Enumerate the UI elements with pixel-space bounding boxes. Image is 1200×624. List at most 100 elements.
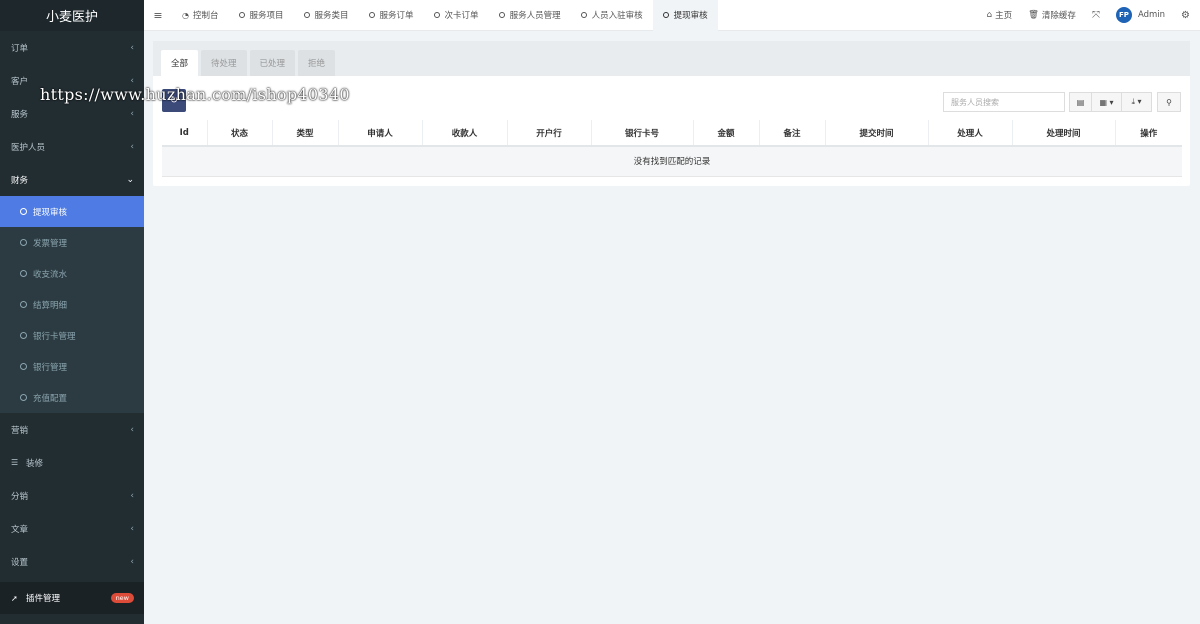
sidebar-item-plugins[interactable]: ➚ 插件管理 new	[0, 582, 144, 614]
column-header[interactable]: 收款人	[422, 120, 508, 147]
sidebar-subitem-settlement[interactable]: 结算明细	[0, 289, 144, 320]
fullscreen-button[interactable]: ⤧	[1084, 10, 1108, 21]
columns-button[interactable]: ▦ ▾	[1091, 92, 1122, 112]
circle-icon	[303, 12, 310, 18]
sidebar-subitem-bank-cards[interactable]: 银行卡管理	[0, 320, 144, 351]
tab-label: 服务人员管理	[509, 11, 561, 21]
sidebar-subitem-recharge-config[interactable]: 充值配置	[0, 382, 144, 413]
sidebar-subitem-banks[interactable]: 银行管理	[0, 351, 144, 382]
chevron-left-icon: ‹	[130, 75, 134, 86]
sidebar-subitem-withdraw-review[interactable]: 提现审核	[0, 196, 144, 227]
user-name: Admin	[1137, 10, 1166, 20]
export-button[interactable]: ⤓ ▾	[1121, 92, 1152, 112]
clear-cache-label: 清除缓存	[1041, 11, 1076, 21]
tab-staff-management[interactable]: 服务人员管理	[489, 0, 571, 31]
tab-label: 提现审核	[673, 11, 708, 21]
table-header-row: Id 状态 类型 申请人 收款人 开户行 银行卡号 金额 备注 提交时间 处理人…	[162, 120, 1182, 147]
menu-toggle-icon[interactable]: ≡	[144, 9, 172, 22]
search-input[interactable]: 服务人员搜索	[943, 92, 1065, 112]
brand-logo[interactable]: 小麦医护	[0, 0, 144, 31]
sidebar-item-marketing[interactable]: 营销 ‹	[0, 413, 144, 446]
sidebar-subitem-cashflow[interactable]: 收支流水	[0, 258, 144, 289]
sidebar-subitem-label: 银行卡管理	[33, 331, 76, 342]
user-menu[interactable]: FP Admin	[1108, 7, 1173, 23]
sidebar-subitem-label: 收支流水	[33, 269, 68, 280]
tab-pending[interactable]: 待处理	[201, 50, 247, 76]
watermark-text: https://www.huzhan.com/ishop40340	[40, 85, 350, 104]
withdraw-table: Id 状态 类型 申请人 收款人 开户行 银行卡号 金额 备注 提交时间 处理人…	[162, 120, 1182, 177]
column-header[interactable]: 操作	[1115, 120, 1182, 147]
chevron-left-icon: ‹	[130, 523, 134, 534]
topbar: ≡ ◔ 控制台 服务项目 服务类目 服务订单 次卡订单 服务人员管理 人员入驻审…	[144, 0, 1200, 31]
new-badge: new	[110, 593, 134, 603]
tab-staff-onboarding-review[interactable]: 人员入驻审核	[571, 0, 653, 31]
chevron-left-icon: ‹	[130, 490, 134, 501]
sidebar-item-label: 设置	[11, 557, 29, 568]
table-row: 没有找到匹配的记录	[162, 146, 1182, 177]
column-header[interactable]: 提交时间	[825, 120, 929, 147]
rocket-icon: ➚	[11, 593, 18, 603]
column-header[interactable]: 备注	[759, 120, 826, 147]
sidebar-subitem-label: 发票管理	[33, 238, 68, 249]
circle-icon	[20, 332, 27, 339]
tab-service-categories[interactable]: 服务类目	[294, 0, 359, 31]
sidebar-item-label: 财务	[11, 175, 29, 186]
column-header[interactable]: 状态	[207, 120, 273, 147]
chevron-down-icon: ⌄	[126, 174, 134, 185]
settings-button[interactable]: ⚙	[1173, 10, 1200, 21]
search-button[interactable]: ⚲	[1157, 92, 1181, 112]
sidebar-subitem-label: 充值配置	[33, 393, 68, 404]
trash-icon: 🗑	[1028, 10, 1039, 20]
column-header[interactable]: 处理时间	[1012, 120, 1116, 147]
sidebar-item-distribution[interactable]: 分销 ‹	[0, 479, 144, 512]
tab-service-orders[interactable]: 服务订单	[359, 0, 424, 31]
sidebar-item-label: 服务	[11, 109, 29, 120]
tab-card-orders[interactable]: 次卡订单	[424, 0, 489, 31]
sidebar-item-decoration[interactable]: ☰ 装修	[0, 446, 144, 479]
toggle-view-button[interactable]: ▤	[1069, 92, 1092, 112]
chevron-left-icon: ‹	[130, 42, 134, 53]
tab-dashboard[interactable]: ◔ 控制台	[172, 0, 229, 31]
tab-label: 人员入驻审核	[591, 11, 643, 21]
sidebar-subitem-label: 结算明细	[33, 300, 68, 311]
sidebar-item-label: 订单	[11, 43, 29, 54]
sidebar-item-articles[interactable]: 文章 ‹	[0, 512, 144, 545]
tab-label: 服务订单	[379, 11, 414, 21]
circle-icon	[20, 270, 27, 277]
topbar-right: ⌂ 主页 🗑 清除缓存 ⤧ FP Admin ⚙	[979, 0, 1200, 31]
circle-icon	[20, 239, 27, 246]
clear-cache-button[interactable]: 🗑 清除缓存	[1020, 9, 1084, 21]
chevron-left-icon: ‹	[130, 108, 134, 119]
column-header[interactable]: 类型	[272, 120, 339, 147]
circle-icon	[662, 12, 669, 18]
tab-rejected[interactable]: 拒绝	[298, 50, 336, 76]
column-header[interactable]: 开户行	[507, 120, 592, 147]
sidebar-item-orders[interactable]: 订单 ‹	[0, 31, 144, 64]
column-header[interactable]: 处理人	[928, 120, 1013, 147]
sidebar-item-label: 文章	[11, 524, 29, 535]
sidebar-item-label: 插件管理	[26, 594, 61, 604]
tab-processed[interactable]: 已处理	[249, 50, 296, 76]
grid-icon: ▦ ▾	[1099, 97, 1114, 107]
sidebar-subitem-label: 银行管理	[33, 362, 68, 373]
sidebar-subitem-label: 提现审核	[33, 207, 68, 218]
sidebar-item-finance[interactable]: 财务 ⌄	[0, 163, 144, 196]
home-link[interactable]: ⌂ 主页	[979, 9, 1020, 21]
avatar: FP	[1115, 7, 1132, 23]
column-header[interactable]: 银行卡号	[591, 120, 694, 147]
column-header[interactable]: 申请人	[338, 120, 423, 147]
tab-withdraw-review[interactable]: 提现审核	[652, 0, 718, 31]
column-header[interactable]: 金额	[693, 120, 760, 147]
column-header[interactable]: Id	[162, 120, 208, 147]
tab-service-items[interactable]: 服务项目	[229, 0, 294, 31]
list-icon: ☰	[11, 458, 19, 467]
sidebar-item-staff[interactable]: 医护人员 ‹	[0, 130, 144, 163]
dashboard-icon: ◔	[182, 10, 189, 20]
tab-all[interactable]: 全部	[161, 50, 199, 76]
sidebar-subitem-invoice[interactable]: 发票管理	[0, 227, 144, 258]
expand-icon: ⤧	[1091, 9, 1100, 21]
chevron-left-icon: ‹	[130, 141, 134, 152]
scrollbar[interactable]	[1194, 31, 1200, 624]
circle-icon	[498, 12, 505, 18]
sidebar-item-settings[interactable]: 设置 ‹	[0, 545, 144, 578]
